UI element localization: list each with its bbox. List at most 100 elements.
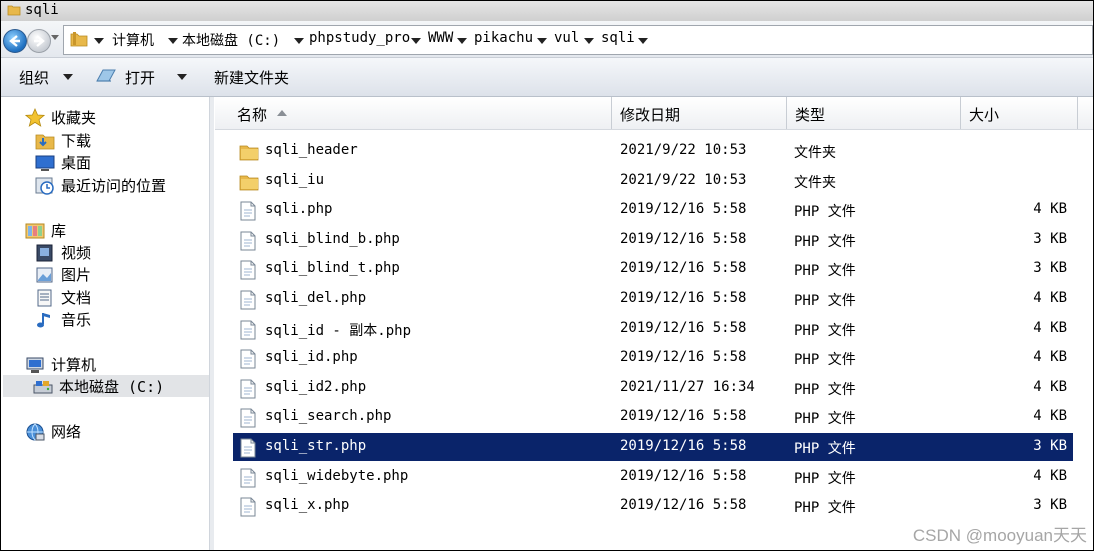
arrow-right-icon [34,35,45,47]
crumb-dropdown-arrow[interactable] [411,38,421,44]
nav-label: 视频 [61,244,92,262]
file-name: sqli_blind_b.php [265,230,400,247]
sort-ascending-icon [277,110,287,116]
php-file-icon [239,320,257,344]
file-row[interactable]: sqli_str.php 2019/12/16 5:58 PHP 文件 3 KB [233,433,1073,461]
explorer-window: sqli 计算机 本地磁盘 (C:) phpstudy_pro WWW pika… [0,0,1094,551]
chevron-down-icon[interactable] [177,74,187,80]
crumb-dropdown-arrow[interactable] [638,38,648,44]
pictures-icon [36,267,53,283]
crumb-sqli[interactable]: sqli [601,30,635,46]
file-size: 4 KB [1033,319,1067,336]
crumb-dropdown-arrow[interactable] [584,38,594,44]
file-size: 3 KB [1033,260,1067,277]
file-name: sqli_id.php [265,349,358,366]
crumb-dropdown-arrow[interactable] [168,38,178,44]
file-row[interactable]: sqli_del.php 2019/12/16 5:58 PHP 文件 4 KB [233,285,1073,313]
file-row[interactable]: sqli_blind_t.php 2019/12/16 5:58 PHP 文件 3 K… [233,255,1073,283]
file-size: 4 KB [1033,201,1067,218]
file-date: 2019/12/16 5:58 [620,349,747,366]
nav-label: 文档 [61,289,92,307]
arrow-left-icon [9,35,20,47]
nav-label: 音乐 [61,311,92,329]
crumb-vul[interactable]: vul [554,30,579,46]
file-type: 文件夹 [794,145,836,161]
pane-splitter[interactable] [210,97,214,550]
crumb-phpstudy[interactable]: phpstudy_pro [309,30,410,46]
crumb-local-disk[interactable]: 本地磁盘 (C:) [182,30,280,50]
watermark: CSDN @mooyuan天天 [912,526,1087,545]
file-row[interactable]: sqli_id.php 2019/12/16 5:58 PHP 文件 4 KB [233,344,1073,372]
desktop-icon [35,155,55,171]
crumb-pikachu[interactable]: pikachu [474,30,533,46]
file-size: 4 KB [1033,349,1067,366]
navigation-pane: 收藏夹 下载 桌面 最近访问的位置 库 视频 图片 文档 音乐 计算机 本地磁盘… [1,97,210,550]
organize-button[interactable]: 组织 [19,67,49,88]
file-row[interactable]: sqli_x.php 2019/12/16 5:58 PHP 文件 3 KB [233,492,1073,520]
file-date: 2019/12/16 5:58 [620,201,747,218]
file-size: 4 KB [1033,408,1067,425]
chevron-down-icon[interactable] [63,74,73,80]
crumb-www[interactable]: WWW [428,30,453,46]
file-type: PHP 文件 [794,411,856,428]
crumb-computer[interactable]: 计算机 [112,30,154,50]
open-icon [96,69,116,82]
file-row[interactable]: sqli_header 2021/9/22 10:53 文件夹 [233,137,1073,165]
file-date: 2021/9/22 10:53 [620,142,747,158]
file-size: 4 KB [1033,467,1067,484]
php-file-icon [239,349,257,373]
recent-pages-dropdown[interactable] [51,35,59,40]
file-row[interactable]: sqli_search.php 2019/12/16 5:58 PHP 文件 4 KB [233,403,1073,431]
file-row[interactable]: sqli_id - 副本.php 2019/12/16 5:58 PHP 文件 4 K… [233,315,1073,343]
forward-button[interactable] [27,29,51,53]
recent-places-icon [35,177,54,195]
file-type: PHP 文件 [794,322,856,339]
php-file-icon [239,231,257,255]
column-separator[interactable] [960,97,961,129]
column-name[interactable]: 名称 [237,104,267,125]
title-bar: sqli [1,1,1093,21]
crumb-dropdown-arrow[interactable] [94,38,104,44]
crumb-dropdown-arrow[interactable] [537,38,547,44]
nav-label: 桌面 [61,154,92,172]
file-type: PHP 文件 [794,352,856,369]
folder-icon [70,32,88,47]
crumb-dropdown-arrow[interactable] [457,38,467,44]
libraries-icon [25,223,45,239]
column-separator[interactable] [611,97,612,129]
file-date: 2019/12/16 5:58 [620,290,747,306]
file-row[interactable]: sqli_iu 2021/9/22 10:53 文件夹 [233,167,1073,195]
column-size[interactable]: 大小 [969,104,999,125]
crumb-dropdown-arrow[interactable] [294,38,304,44]
php-file-icon [239,468,257,492]
column-separator[interactable] [786,97,787,129]
file-name: sqli_id - 副本.php [265,322,412,339]
file-date: 2019/12/16 5:58 [620,408,747,425]
file-date: 2019/12/16 5:58 [620,497,747,514]
nav-label: 图片 [61,266,92,284]
file-row[interactable]: sqli_widebyte.php 2019/12/16 5:58 PHP 文件 4 … [233,463,1073,491]
php-file-icon [239,497,257,521]
new-folder-button[interactable]: 新建文件夹 [214,67,289,88]
file-type: PHP 文件 [794,263,856,280]
address-field[interactable]: 计算机 本地磁盘 (C:) phpstudy_pro WWW pikachu v… [63,25,1093,55]
column-separator[interactable] [1077,97,1078,129]
star-icon [25,108,45,127]
video-icon [36,244,53,262]
php-file-icon [239,290,257,314]
file-type: PHP 文件 [794,293,856,309]
file-date: 2019/12/16 5:58 [620,230,747,247]
column-type[interactable]: 类型 [795,104,825,125]
php-file-icon [239,379,257,403]
file-name: sqli_widebyte.php [265,467,409,484]
open-button[interactable]: 打开 [125,67,155,88]
column-date[interactable]: 修改日期 [620,104,680,125]
file-row[interactable]: sqli_blind_b.php 2019/12/16 5:58 PHP 文件 3 K… [233,226,1073,254]
downloads-folder-icon [35,134,55,150]
file-row[interactable]: sqli_id2.php 2021/11/27 16:34 PHP 文件 4 KB [233,374,1073,402]
file-size: 3 KB [1033,497,1067,514]
file-type: PHP 文件 [794,233,856,250]
file-name: sqli_x.php [265,497,350,514]
back-button[interactable] [3,29,27,53]
file-row[interactable]: sqli.php 2019/12/16 5:58 PHP 文件 4 KB [233,196,1073,224]
